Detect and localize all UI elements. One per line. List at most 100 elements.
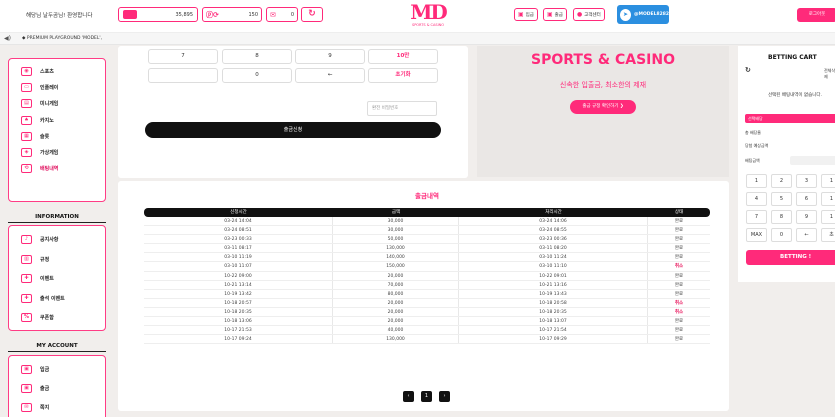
key-9[interactable]: 9 (295, 49, 365, 64)
sidebar-item-casino[interactable]: ♠ 카지노 (9, 112, 105, 128)
sidebar-item-slot[interactable]: ▦ 슬롯 (9, 128, 105, 144)
table-row: 10-18 20:35 20,000 10-18 20:35 취소 (144, 307, 710, 318)
cart-key-backspace[interactable]: ← (796, 228, 817, 242)
withdraw-rules-button[interactable]: 출금 규정 확인하기 ❯ (570, 100, 636, 114)
table-cell: 150,000 (333, 262, 459, 271)
sidebar-item-deposit[interactable]: ▣ 입금 (9, 360, 105, 379)
key-0[interactable]: 0 (222, 68, 292, 83)
table-cell: 03-23 00:36 (459, 235, 648, 244)
cart-key[interactable]: 6 (796, 192, 817, 206)
cart-key[interactable]: 4 (746, 192, 767, 206)
telegram-handle: @MODEL8282 (633, 12, 669, 17)
sidebar-label: 배팅내역 (40, 166, 59, 173)
mail-icon: ✉ (21, 403, 32, 412)
withdraw-history-table: 신청시간 금액 처리시간 상태 03-24 14:04 30,000 03-24 1… (144, 208, 710, 345)
cart-key[interactable]: 1 (821, 174, 835, 188)
table-cell: 취소 (674, 309, 684, 315)
withdraw-icon: ▣ (547, 11, 553, 18)
sidebar-item-sports[interactable]: ◉ 스포츠 (9, 63, 105, 79)
withdraw-submit-button[interactable]: 출금신청 (145, 122, 441, 138)
my-account-heading: MY ACCOUNT (36, 343, 78, 349)
key-100k[interactable]: 10만 (368, 49, 438, 64)
sidebar-item-event[interactable]: ✚ 이벤트 (9, 269, 105, 289)
table-row: 10-19 13:42 80,000 10-19 13:43 완료 (144, 289, 710, 299)
cart-key[interactable]: 5 (771, 192, 792, 206)
key-8[interactable]: 8 (222, 49, 292, 64)
cart-key[interactable]: 8 (771, 210, 792, 224)
table-cell: 완료 (674, 255, 684, 261)
sidebar-item-attendance[interactable]: ✚ 출석 이벤트 (9, 289, 105, 309)
sidebar-item-bet-history[interactable]: ⟲ 배팅내역 (9, 161, 105, 177)
sidebar-label: 입금 (40, 367, 50, 373)
sidebar-item-notice[interactable]: ♪ 공지사항 (9, 230, 105, 250)
page-1-button[interactable]: 1 (421, 391, 432, 402)
table-row: 10-18 13:06 20,000 10-18 13:07 완료 (144, 317, 710, 327)
table-cell: 03-23 00:33 (144, 235, 333, 244)
key-blank[interactable] (148, 68, 218, 83)
sidebar-games: ◉ 스포츠 ▭ 인플레이 ▤ 미니게임 ♠ 카지노 ▦ 슬롯 ◈ 가상게임 ⟲ 배팅내역 (8, 58, 106, 202)
cart-key[interactable]: 1 (821, 192, 835, 206)
table-cell: 130,000 (333, 335, 459, 344)
speaker-icon: ◀) (4, 35, 11, 42)
sidebar-item-withdraw[interactable]: ▣ 출금 (9, 379, 105, 398)
table-cell: 70,000 (333, 280, 459, 289)
prev-page-button[interactable]: ‹ (403, 391, 414, 402)
table-cell: 10-17 09:24 (144, 335, 333, 344)
total-odds-label: 총 배당율 (745, 130, 761, 135)
key-7[interactable]: 7 (148, 49, 218, 64)
table-cell: 완료 (674, 219, 684, 224)
cart-key[interactable]: 9 (796, 210, 817, 224)
logo-subtitle: SPORTS & CASINO (411, 23, 445, 27)
clear-all-button[interactable]: 전체삭제 (824, 68, 835, 80)
cart-key[interactable]: 1 (821, 210, 835, 224)
next-page-button[interactable]: › (439, 391, 450, 402)
cart-key[interactable]: 1 (746, 174, 767, 188)
cart-key-reset[interactable]: 초 (821, 228, 835, 242)
key-reset[interactable]: 초기화 (368, 68, 438, 83)
logout-button[interactable]: 로그아웃 (797, 8, 835, 22)
refresh-button[interactable]: ↻ (301, 7, 323, 22)
table-cell: 완료 (674, 246, 684, 252)
balance-box[interactable]: 35,895 (118, 7, 198, 22)
deposit-button[interactable]: ▣ 입금 (514, 8, 538, 21)
sidebar-item-minigame[interactable]: ▤ 미니게임 (9, 96, 105, 112)
sidebar-item-messages[interactable]: ✉ 쪽지 (9, 398, 105, 417)
points-box[interactable]: ⓟ⟳ 150 (202, 7, 262, 22)
refresh-icon[interactable]: ↻ (745, 66, 751, 74)
cart-key[interactable]: 0 (771, 228, 792, 242)
bet-amount-input[interactable] (790, 156, 835, 165)
messages-box[interactable]: ✉ 0 (266, 7, 298, 22)
sidebar-label: 가상게임 (40, 150, 59, 157)
table-cell: 완료 (674, 319, 684, 325)
withdraw-password-input[interactable]: 환전 비밀번호 (367, 101, 437, 116)
expected-win-label: 당첨 예상금액 (745, 143, 769, 148)
column-header: 금액 (391, 210, 401, 215)
table-cell: 10-22 09:01 (459, 271, 648, 280)
sidebar-item-virtual[interactable]: ◈ 가상게임 (9, 144, 105, 160)
logo-mark: MD (410, 0, 447, 24)
information-heading: INFORMATION (35, 214, 79, 220)
table-cell: 30,000 (333, 226, 459, 235)
cart-key[interactable]: 2 (771, 174, 792, 188)
promo-banner: SPORTS & CASINO 신속한 입출금, 최소한의 제재 출금 규정 확… (477, 46, 729, 177)
support-button[interactable]: ● 고객센터 (573, 8, 605, 21)
table-body: 03-24 14:04 30,000 03-24 14:06 완료 03-24 08:5… (144, 217, 710, 345)
cart-key-max[interactable]: MAX (746, 228, 767, 242)
promo-brand: SPORTS & CASINO (530, 52, 675, 68)
sidebar-item-coupon[interactable]: % 쿠폰함 (9, 308, 105, 328)
withdraw-label: 출금 (554, 12, 563, 18)
betting-button[interactable]: BETTING ! (746, 250, 835, 265)
telegram-button[interactable]: ➤ @MODEL8282 (617, 5, 669, 24)
sidebar-item-inplay[interactable]: ▭ 인플레이 (9, 79, 105, 95)
sidebar-label: 미니게임 (40, 101, 59, 108)
site-logo[interactable]: MD SPORTS & CASINO (408, 1, 448, 31)
cart-key[interactable]: 7 (746, 210, 767, 224)
key-backspace[interactable]: ← (295, 68, 365, 83)
ticker-text: ◆ PREMIUM PLAYGROUND 'MODEL', (22, 36, 103, 41)
table-cell: 10-18 13:06 (144, 317, 333, 326)
withdraw-button[interactable]: ▣ 출금 (543, 8, 567, 21)
table-cell: 130,000 (333, 244, 459, 253)
cart-key[interactable]: 3 (796, 174, 817, 188)
sidebar-item-rules[interactable]: ▥ 규정 (9, 250, 105, 270)
telegram-icon: ➤ (620, 8, 631, 21)
